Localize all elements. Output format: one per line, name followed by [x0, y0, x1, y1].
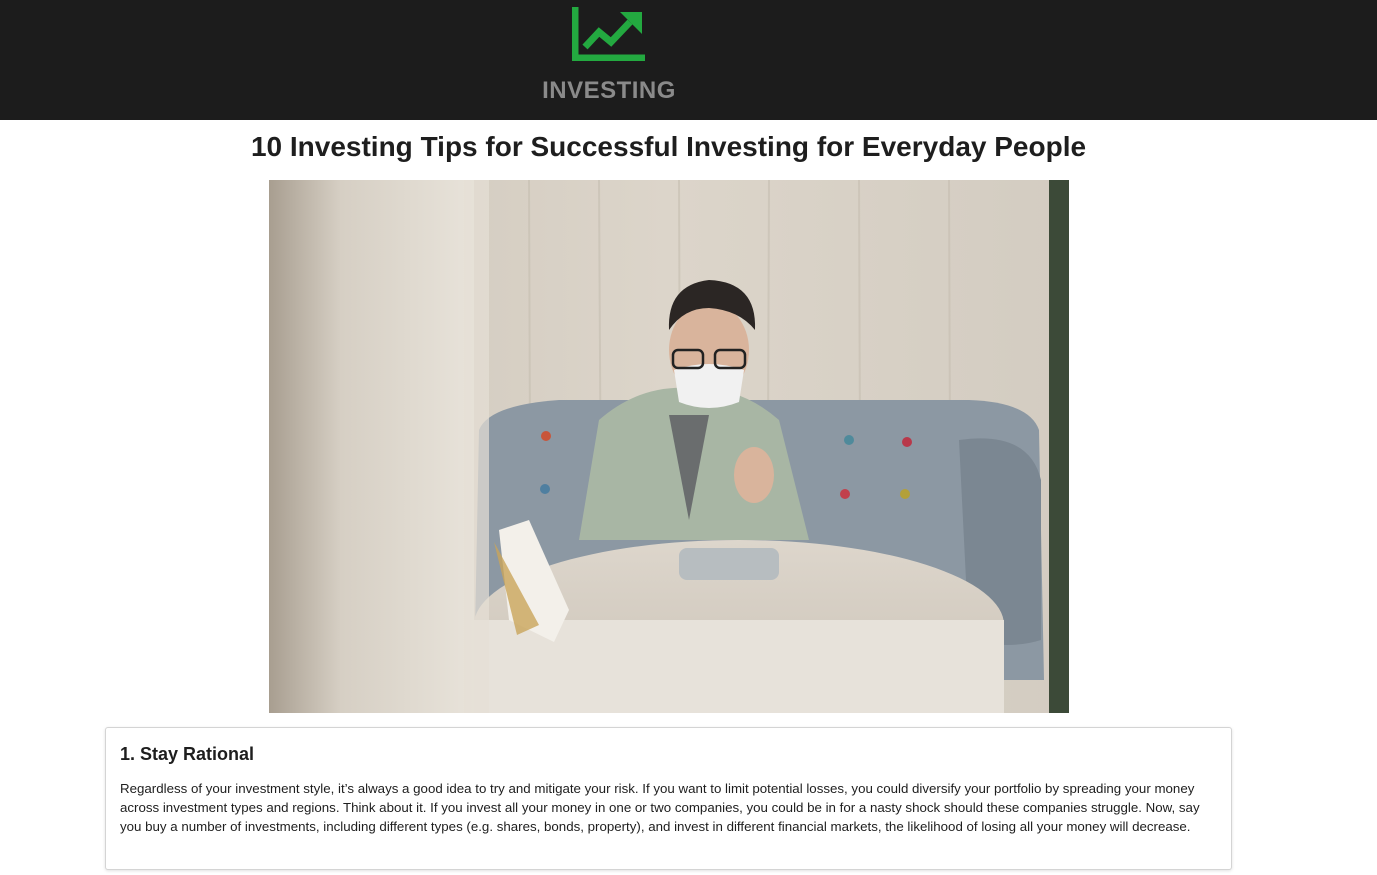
tip-body: Regardless of your investment style, it’… — [120, 781, 1200, 834]
brand-name[interactable]: INVESTING — [509, 77, 709, 105]
site-header: INVESTING — [0, 0, 1377, 120]
tip-heading: 1. Stay Rational — [120, 744, 255, 764]
hero-image — [269, 180, 1069, 713]
article-title: 10 Investing Tips for Successful Investi… — [250, 131, 1087, 162]
tip-card: 1. Stay Rational Regardless of your inve… — [105, 727, 1232, 870]
chart-trending-up-icon[interactable] — [571, 5, 648, 62]
